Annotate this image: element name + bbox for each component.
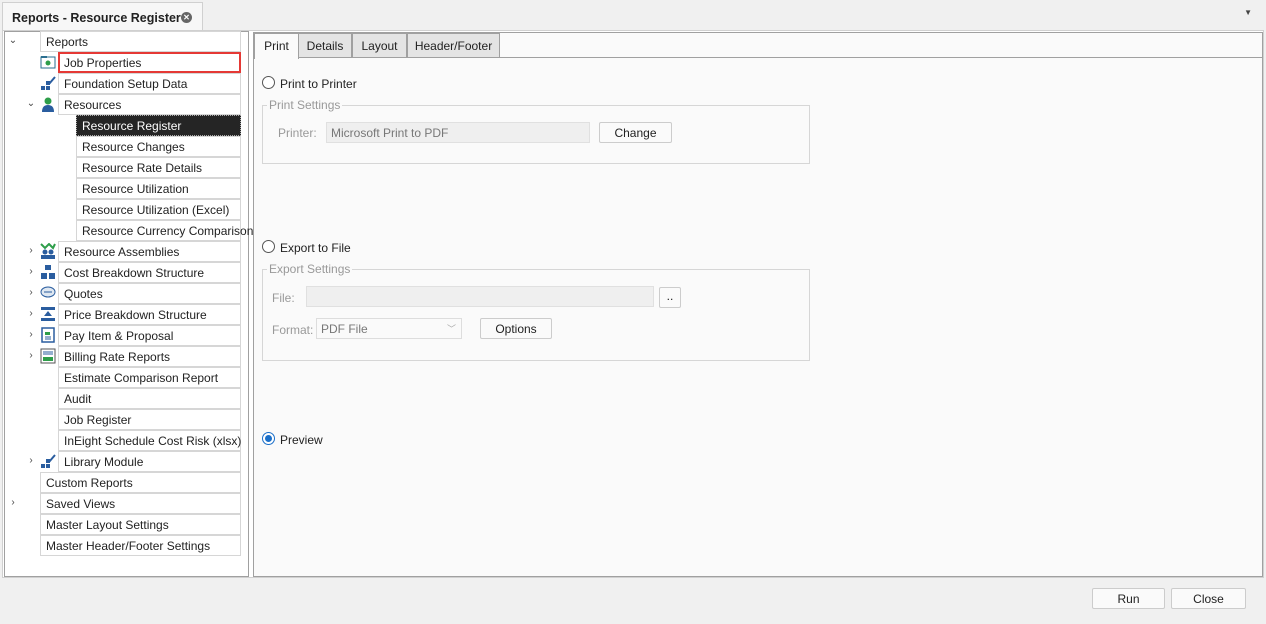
format-value: PDF File <box>321 322 368 336</box>
tree-item-ineight-schedule-cost-risk-xlsx[interactable]: InEight Schedule Cost Risk (xlsx) <box>58 430 241 451</box>
billing-rate-icon <box>40 348 56 364</box>
tree-item-pay-item-proposal[interactable]: Pay Item & Proposal <box>58 325 241 346</box>
pbs-icon <box>41 307 55 321</box>
tab-layout[interactable]: Layout <box>352 33 407 58</box>
expand-icon[interactable]: › <box>26 308 36 319</box>
document-tab[interactable]: Reports - Resource Register ✕ <box>2 2 203 31</box>
export-settings-label: Export Settings <box>267 262 353 276</box>
tree-item-billing-rate-reports[interactable]: Billing Rate Reports <box>58 346 241 367</box>
tree-item-resource-utilization[interactable]: Resource Utilization <box>76 178 241 199</box>
browse-file-button[interactable]: .. <box>659 287 681 308</box>
expand-icon[interactable]: › <box>26 455 36 466</box>
tree-item-resource-currency-comparison[interactable]: Resource Currency Comparison <box>76 220 253 241</box>
file-input[interactable] <box>306 286 654 307</box>
tree-item-foundation-setup-data[interactable]: Foundation Setup Data <box>58 73 241 94</box>
resources-icon <box>42 97 54 112</box>
preview-radio[interactable] <box>262 432 275 445</box>
expand-icon[interactable]: › <box>26 350 36 361</box>
job-properties-icon <box>40 56 56 69</box>
pay-item-icon <box>41 327 55 343</box>
resource-assemblies-icon <box>40 243 56 259</box>
close-button[interactable]: Close <box>1171 588 1246 609</box>
print-to-printer-label: Print to Printer <box>280 77 357 91</box>
export-to-file-radio[interactable] <box>262 240 275 253</box>
run-button[interactable]: Run <box>1092 588 1165 609</box>
file-label: File: <box>272 291 295 305</box>
tree-item-library-module[interactable]: Library Module <box>58 451 241 472</box>
print-settings-label: Print Settings <box>267 98 343 112</box>
tree-item-resource-register[interactable]: Resource Register <box>76 115 241 136</box>
change-printer-button[interactable]: Change <box>599 122 672 143</box>
tree-item-audit[interactable]: Audit <box>58 388 241 409</box>
preview-label: Preview <box>280 433 323 447</box>
tree-item-estimate-comparison-report[interactable]: Estimate Comparison Report <box>58 367 241 388</box>
tree-item-master-header-footer-settings[interactable]: Master Header/Footer Settings <box>40 535 241 556</box>
tree-item-cost-breakdown-structure[interactable]: Cost Breakdown Structure <box>58 262 241 283</box>
tab-menu-dropdown-icon[interactable]: ▼ <box>1244 8 1252 17</box>
tree-item-job-register[interactable]: Job Register <box>58 409 241 430</box>
tree-item-job-properties[interactable]: Job Properties <box>58 52 241 73</box>
tree-item-saved-views[interactable]: Saved Views <box>40 493 241 514</box>
library-icon <box>41 454 56 468</box>
tree-item-resource-changes[interactable]: Resource Changes <box>76 136 241 157</box>
export-to-file-label: Export to File <box>280 241 351 255</box>
tree-item-custom-reports[interactable]: Custom Reports <box>40 472 241 493</box>
export-settings-group <box>262 269 810 361</box>
options-button[interactable]: Options <box>480 318 552 339</box>
tree-item-resources[interactable]: Resources <box>58 94 241 115</box>
format-select[interactable]: PDF File ﹀ <box>316 318 462 339</box>
chevron-down-icon: ﹀ <box>446 324 456 334</box>
format-label: Format: <box>272 323 314 337</box>
tree-item-quotes[interactable]: Quotes <box>58 283 241 304</box>
tree-item-price-breakdown-structure[interactable]: Price Breakdown Structure <box>58 304 241 325</box>
tab-details[interactable]: Details <box>298 33 352 58</box>
tree-item-resource-utilization-excel[interactable]: Resource Utilization (Excel) <box>76 199 241 220</box>
print-to-printer-radio[interactable] <box>262 76 275 89</box>
tab-print[interactable]: Print <box>254 33 299 59</box>
tree-item-reports[interactable]: Reports <box>40 31 241 52</box>
printer-label: Printer: <box>278 126 317 140</box>
tree-item-resource-assemblies[interactable]: Resource Assemblies <box>58 241 241 262</box>
expand-icon[interactable]: › <box>8 497 18 508</box>
tab-header-footer[interactable]: Header/Footer <box>407 33 500 58</box>
collapse-icon[interactable]: ⌄ <box>26 98 36 109</box>
expand-icon[interactable]: › <box>26 245 36 256</box>
tree-item-master-layout-settings[interactable]: Master Layout Settings <box>40 514 241 535</box>
close-tab-icon[interactable]: ✕ <box>181 12 192 23</box>
printer-field[interactable]: Microsoft Print to PDF <box>326 122 590 143</box>
tree-item-resource-rate-details[interactable]: Resource Rate Details <box>76 157 241 178</box>
quotes-icon <box>40 286 56 298</box>
foundation-icon <box>41 76 56 90</box>
expand-icon[interactable]: › <box>26 266 36 277</box>
expand-icon[interactable]: › <box>26 329 36 340</box>
expand-icon[interactable]: › <box>26 287 36 298</box>
cbs-icon <box>41 265 55 279</box>
document-title: Reports - Resource Register <box>12 11 181 25</box>
collapse-reports-icon[interactable]: ⌄ <box>8 35 18 46</box>
